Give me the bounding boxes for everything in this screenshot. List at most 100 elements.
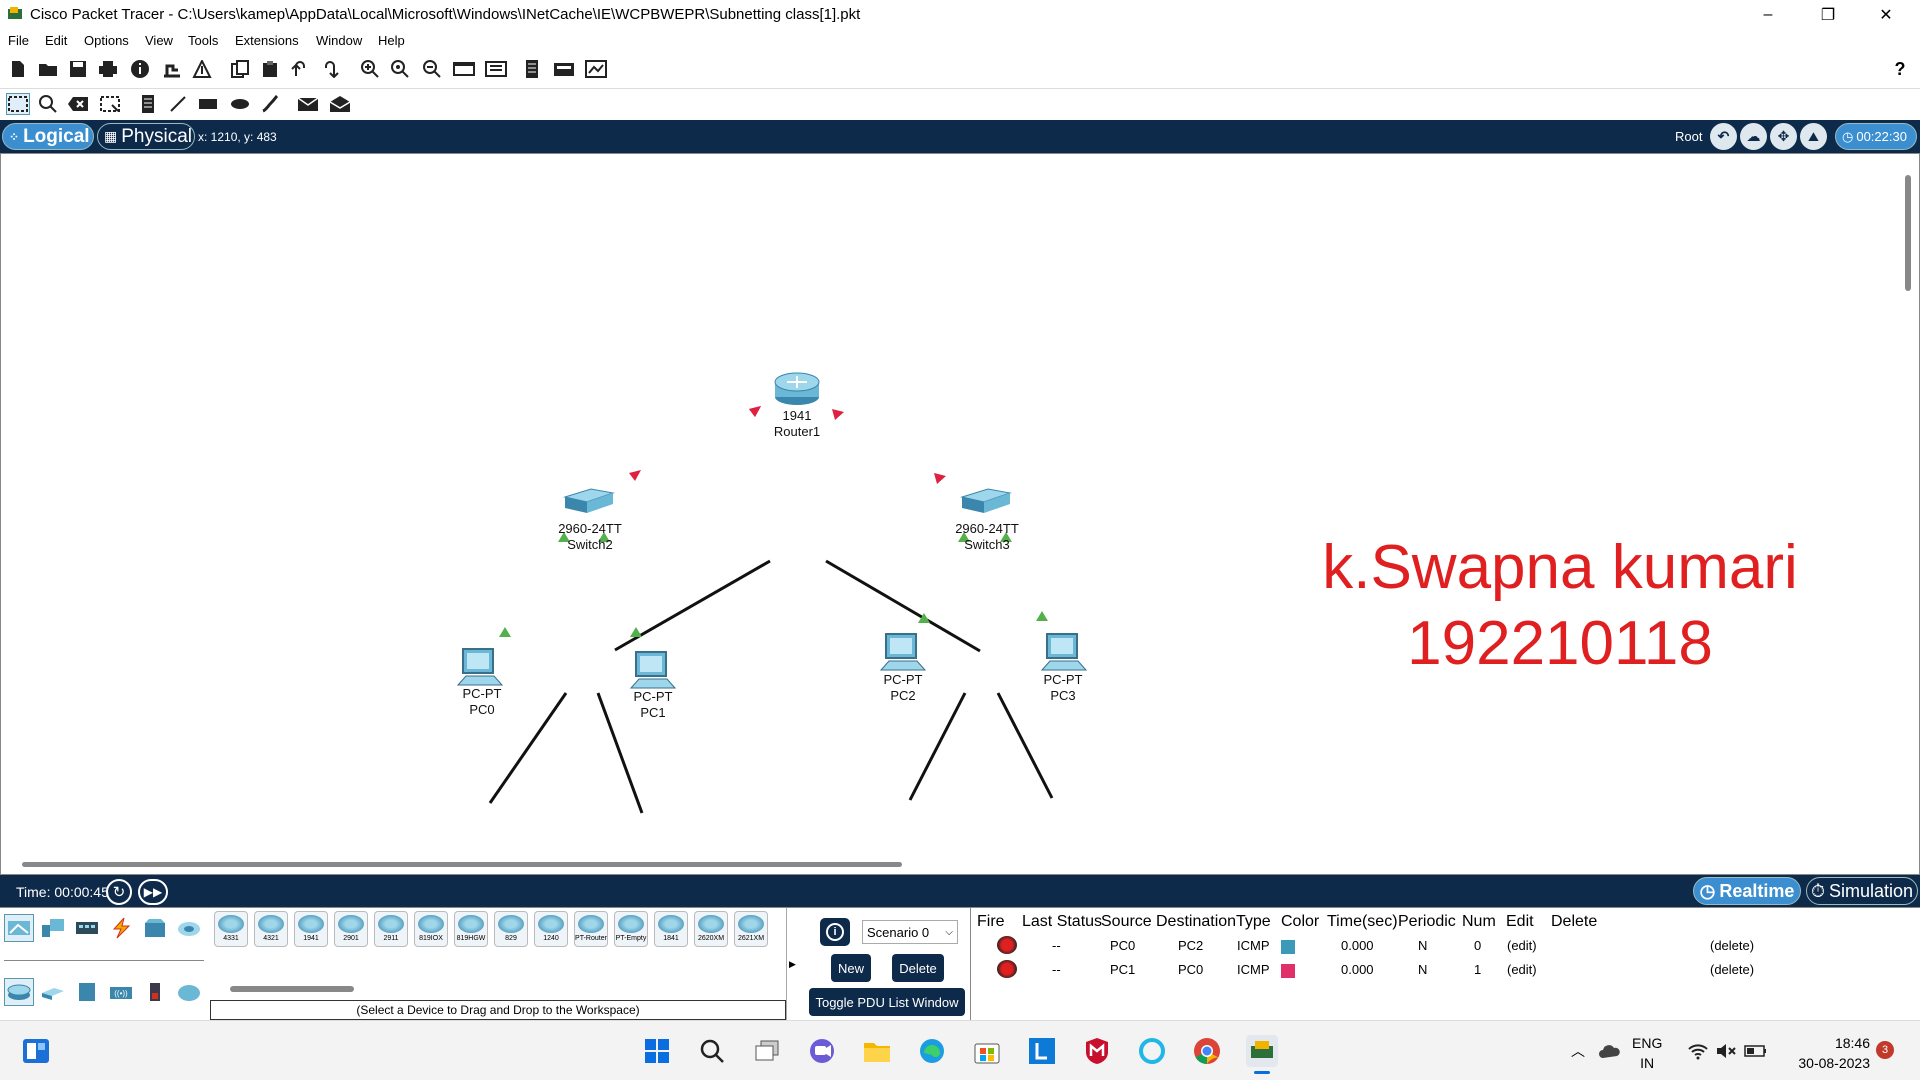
- file-explorer-icon[interactable]: [861, 1035, 893, 1067]
- system-clock[interactable]: 18:46 30-08-2023: [1782, 1033, 1870, 1073]
- widgets-icon[interactable]: [20, 1035, 52, 1067]
- set-background-icon[interactable]: ⛰: [1800, 123, 1827, 150]
- search-icon[interactable]: [696, 1035, 728, 1067]
- menu-extensions[interactable]: Extensions: [235, 33, 299, 48]
- edge-browser-icon[interactable]: [916, 1035, 948, 1067]
- simulation-mode-tab[interactable]: ⏱ Simulation: [1806, 877, 1918, 905]
- delete-scenario-button[interactable]: Delete: [892, 954, 944, 982]
- workspace-note[interactable]: k.Swapna kumari 192210118: [1260, 530, 1860, 682]
- pc-icon[interactable]: [629, 651, 677, 689]
- open-icon[interactable]: [36, 58, 60, 80]
- network-wizard-icon[interactable]: [160, 58, 184, 80]
- components-category-icon[interactable]: [72, 914, 102, 942]
- zoom-reset-icon[interactable]: [388, 58, 412, 80]
- switch-icon[interactable]: [563, 488, 615, 513]
- multiuser-category-icon[interactable]: [174, 914, 204, 942]
- switches-subcategory-icon[interactable]: [38, 978, 68, 1006]
- device-model-tile[interactable]: 819IOX: [414, 911, 448, 947]
- root-label[interactable]: Root: [1675, 129, 1702, 144]
- vertical-scrollbar[interactable]: [1905, 175, 1911, 291]
- microsoft-store-icon[interactable]: [971, 1035, 1003, 1067]
- minimize-button[interactable]: –: [1740, 0, 1796, 30]
- custom-device-icon[interactable]: [190, 58, 214, 80]
- horizontal-scrollbar[interactable]: [22, 862, 902, 867]
- logical-view-tab[interactable]: ⁘ Logical: [2, 123, 94, 150]
- device-list-scrollbar[interactable]: [230, 986, 354, 992]
- menu-file[interactable]: File: [8, 33, 29, 48]
- zoom-out-icon[interactable]: [420, 58, 444, 80]
- device-model-tile[interactable]: 1240: [534, 911, 568, 947]
- device-model-tile[interactable]: 2901: [334, 911, 368, 947]
- chrome-browser-icon[interactable]: [1191, 1035, 1223, 1067]
- device-model-tile[interactable]: 2620XM: [694, 911, 728, 947]
- network-devices-category-icon[interactable]: [4, 914, 34, 942]
- resize-tool-icon[interactable]: [98, 93, 122, 115]
- menu-edit[interactable]: Edit: [45, 33, 67, 48]
- fire-pdu-icon[interactable]: [997, 936, 1017, 954]
- link-switch3-pc3[interactable]: [996, 692, 1054, 799]
- pc-icon[interactable]: [879, 633, 927, 671]
- cluster-cloud-icon[interactable]: ☁: [1740, 123, 1767, 150]
- battery-icon[interactable]: [1740, 1035, 1772, 1067]
- pdu-cell-delete[interactable]: (delete): [1710, 962, 1754, 977]
- cluster-icon[interactable]: [584, 58, 608, 80]
- help-button[interactable]: ?: [1888, 58, 1912, 80]
- fire-pdu-icon[interactable]: [997, 960, 1017, 978]
- pdu-cell-edit[interactable]: (edit): [1507, 938, 1537, 953]
- wireless-subcategory-icon[interactable]: ((•)): [106, 978, 136, 1006]
- start-icon[interactable]: [641, 1035, 673, 1067]
- packet-tracer-taskbar-icon[interactable]: [1246, 1035, 1278, 1067]
- new-scenario-button[interactable]: New: [831, 954, 871, 982]
- physical-view-tab[interactable]: ▦ Physical: [97, 123, 195, 150]
- custom-devices-icon[interactable]: [484, 58, 508, 80]
- inspect-tool-icon[interactable]: [36, 93, 60, 115]
- notification-badge[interactable]: 3: [1876, 1041, 1894, 1059]
- device-label-switch3[interactable]: 2960-24TT Switch3: [937, 521, 1037, 553]
- device-model-tile[interactable]: 4321: [254, 911, 288, 947]
- device-label-router1[interactable]: 1941 Router1: [757, 408, 837, 440]
- device-label-pc1[interactable]: PC-PT PC1: [613, 689, 693, 721]
- link-switch3-pc2[interactable]: [908, 692, 967, 801]
- device-model-tile[interactable]: 2621XM: [734, 911, 768, 947]
- drawing-palette-icon[interactable]: [452, 58, 476, 80]
- mcafee-icon[interactable]: [1081, 1035, 1113, 1067]
- freeform-tool-icon[interactable]: [258, 93, 282, 115]
- scenario-select[interactable]: Scenario 0 ⌵: [862, 920, 958, 944]
- end-devices-category-icon[interactable]: [38, 914, 68, 942]
- device-model-tile[interactable]: PT-Empty: [614, 911, 648, 947]
- connections-category-icon[interactable]: [106, 914, 136, 942]
- misc-category-icon[interactable]: [140, 914, 170, 942]
- routers-subcategory-icon[interactable]: [4, 978, 34, 1006]
- toggle-pdu-list-button[interactable]: Toggle PDU List Window: [809, 988, 965, 1016]
- print-icon[interactable]: [96, 58, 120, 80]
- ellipse-tool-icon[interactable]: [228, 93, 252, 115]
- paste-icon[interactable]: [258, 58, 282, 80]
- device-model-tile[interactable]: 829: [494, 911, 528, 947]
- onedrive-icon[interactable]: [1594, 1035, 1626, 1067]
- menu-help[interactable]: Help: [378, 33, 405, 48]
- back-icon[interactable]: ↶: [1710, 123, 1737, 150]
- add-simple-pdu-icon[interactable]: [296, 93, 320, 115]
- device-label-pc0[interactable]: PC-PT PC0: [442, 686, 522, 718]
- teams-chat-icon[interactable]: [806, 1035, 838, 1067]
- clock-display[interactable]: ◷ 00:22:30: [1835, 123, 1917, 150]
- device-model-tile[interactable]: PT-Router: [574, 911, 608, 947]
- move-object-icon[interactable]: ✥: [1770, 123, 1797, 150]
- note-tool-icon[interactable]: [136, 93, 160, 115]
- redo-icon[interactable]: [318, 58, 342, 80]
- power-cycle-icon[interactable]: ↻: [106, 879, 132, 905]
- scenario-info-button[interactable]: i: [820, 918, 850, 946]
- device-label-switch2[interactable]: 2960-24TT Switch2: [540, 521, 640, 553]
- device-model-tile[interactable]: 1941: [294, 911, 328, 947]
- security-subcategory-icon[interactable]: [140, 978, 170, 1006]
- undo-icon[interactable]: [288, 58, 312, 80]
- select-tool-icon[interactable]: [6, 93, 30, 115]
- task-view-icon[interactable]: [751, 1035, 783, 1067]
- pdu-cell-delete[interactable]: (delete): [1710, 938, 1754, 953]
- menu-window[interactable]: Window: [316, 33, 362, 48]
- fast-forward-icon[interactable]: ▶▶: [138, 879, 168, 905]
- pc-icon[interactable]: [456, 648, 504, 686]
- save-icon[interactable]: [66, 58, 90, 80]
- info-icon[interactable]: [128, 58, 152, 80]
- menu-view[interactable]: View: [145, 33, 173, 48]
